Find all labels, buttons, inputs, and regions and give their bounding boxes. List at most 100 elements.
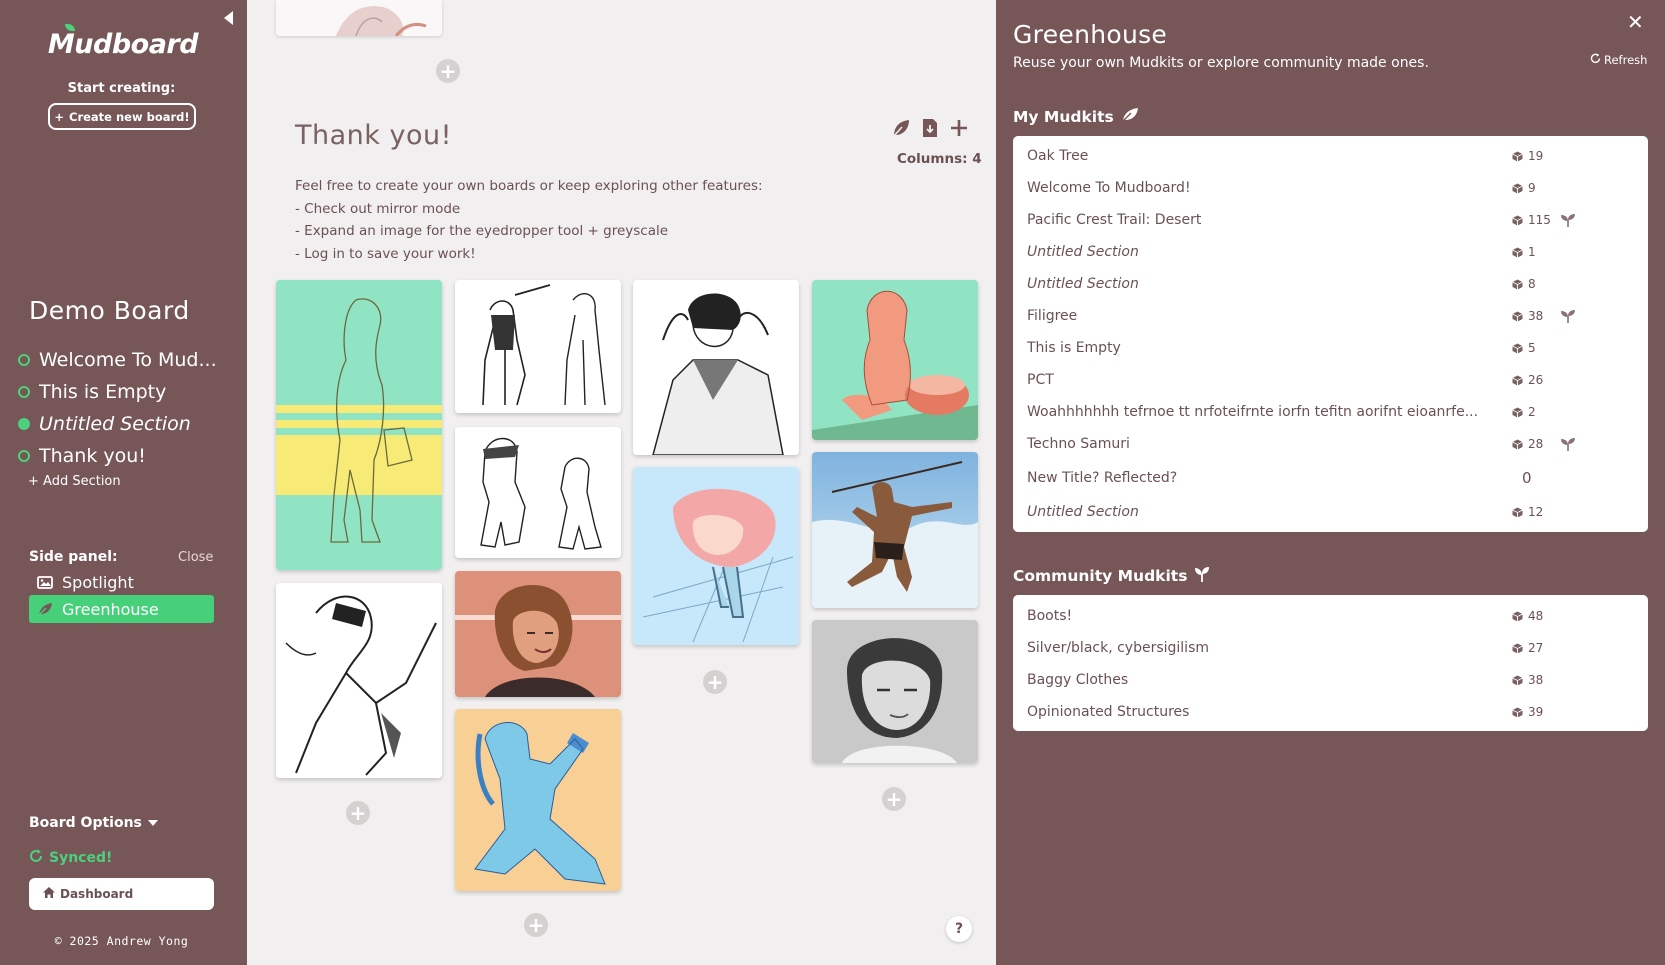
plus-icon: + xyxy=(54,109,64,124)
start-creating-label: Start creating: xyxy=(67,81,176,96)
section-status-icon xyxy=(18,386,30,398)
image-card[interactable] xyxy=(276,583,442,778)
mudkit-row[interactable]: This is Empty 5 xyxy=(1027,338,1627,358)
panel-item-greenhouse[interactable]: Greenhouse xyxy=(29,595,214,623)
my-mudkits-heading: My Mudkits xyxy=(1013,107,1139,126)
help-button[interactable]: ? xyxy=(946,916,972,942)
sprout-icon xyxy=(1560,437,1576,451)
add-icon[interactable] xyxy=(949,118,969,142)
section-status-icon xyxy=(18,354,30,366)
copyright: © 2025 Andrew Yong xyxy=(54,934,189,948)
mudkit-row[interactable]: Welcome To Mudboard! 9 xyxy=(1027,178,1627,198)
section-status-icon xyxy=(18,450,30,462)
image-card[interactable] xyxy=(455,709,621,891)
sprout-icon xyxy=(1194,566,1210,586)
mudkit-row[interactable]: Baggy Clothes 38 xyxy=(1027,670,1627,690)
collapse-sidebar-icon[interactable] xyxy=(222,10,236,26)
section-item-thank-you[interactable]: Thank you! xyxy=(18,440,217,472)
columns-count[interactable]: Columns: 4 xyxy=(897,151,982,167)
image-card[interactable] xyxy=(276,0,442,36)
close-icon[interactable]: ✕ xyxy=(1627,10,1644,34)
add-image-button[interactable]: + xyxy=(436,59,460,83)
cube-icon xyxy=(1512,507,1523,518)
cube-icon xyxy=(1512,343,1523,354)
mudkit-leaf-icon[interactable] xyxy=(891,118,911,142)
create-board-button[interactable]: + Create new board! xyxy=(48,103,196,130)
mudkit-row[interactable]: Boots! 48 xyxy=(1027,606,1627,626)
leaf-icon xyxy=(1121,107,1139,126)
image-card[interactable] xyxy=(633,467,799,645)
cube-icon xyxy=(1512,279,1523,290)
leaf-icon xyxy=(37,602,53,616)
board-options-dropdown[interactable]: Board Options xyxy=(29,815,158,831)
cube-icon xyxy=(1512,675,1523,686)
board-title[interactable]: Demo Board xyxy=(29,296,190,325)
image-card[interactable] xyxy=(812,280,978,440)
add-section-button[interactable]: + Add Section xyxy=(28,474,121,489)
mudkit-row[interactable]: PCT 26 xyxy=(1027,370,1627,390)
cube-icon xyxy=(1512,611,1523,622)
add-image-button[interactable]: + xyxy=(882,787,906,811)
add-image-button[interactable]: + xyxy=(524,913,548,937)
mudkit-row[interactable]: Oak Tree 19 xyxy=(1027,146,1627,166)
section-item-empty[interactable]: This is Empty xyxy=(18,376,217,408)
sprout-icon xyxy=(1560,309,1576,323)
cube-icon xyxy=(1512,643,1523,654)
mudkit-row[interactable]: Silver/black, cybersigilism 27 xyxy=(1027,638,1627,658)
cube-icon xyxy=(1512,439,1523,450)
section-toolbar xyxy=(891,118,969,142)
sprout-icon xyxy=(1560,213,1576,227)
add-image-button[interactable]: + xyxy=(703,670,727,694)
mudkit-row[interactable]: Opinionated Structures 39 xyxy=(1027,702,1627,722)
refresh-button[interactable]: Refresh xyxy=(1590,53,1647,67)
create-board-label: Create new board! xyxy=(69,109,190,124)
image-icon xyxy=(37,575,53,589)
panel-subtitle: Reuse your own Mudkits or explore commun… xyxy=(1013,55,1429,71)
side-panel-close-button[interactable]: Close xyxy=(178,550,213,565)
section-description: Feel free to create your own boards or k… xyxy=(295,178,763,262)
cube-icon xyxy=(1512,407,1523,418)
image-card[interactable] xyxy=(276,280,442,570)
community-mudkits-heading: Community Mudkits xyxy=(1013,566,1210,586)
cube-icon xyxy=(1512,375,1523,386)
sync-icon xyxy=(29,849,43,867)
mudkit-row[interactable]: Filigree 38 xyxy=(1027,306,1627,326)
cube-icon xyxy=(1512,215,1523,226)
my-mudkits-list: Oak Tree 19 Welcome To Mudboard! 9 Pacif… xyxy=(1013,136,1648,532)
chevron-down-icon xyxy=(147,820,158,826)
image-card[interactable] xyxy=(812,620,978,763)
community-mudkits-list: Boots! 48 Silver/black, cybersigilism 27… xyxy=(1013,595,1648,731)
panel-title: Greenhouse xyxy=(1013,20,1168,49)
mudkit-row[interactable]: Woahhhhhhh tefrnoe tt nrfoteifrnte iorfn… xyxy=(1027,402,1627,422)
section-title[interactable]: Thank you! xyxy=(295,120,452,151)
image-card[interactable] xyxy=(455,571,621,697)
mudkit-row[interactable]: Pacific Crest Trail: Desert 115 xyxy=(1027,210,1627,230)
mudkit-row[interactable]: Techno Samuri 28 xyxy=(1027,434,1627,454)
image-card[interactable] xyxy=(455,427,621,558)
section-item-welcome[interactable]: Welcome To Mud... xyxy=(18,344,217,376)
image-card[interactable] xyxy=(812,452,978,608)
add-image-button[interactable]: + xyxy=(346,801,370,825)
greenhouse-panel: ✕ Greenhouse Reuse your own Mudkits or e… xyxy=(996,0,1665,965)
dashboard-button[interactable]: Dashboard xyxy=(29,878,214,910)
home-icon xyxy=(43,887,55,901)
sidebar: Mudboard Start creating: + Create new bo… xyxy=(0,0,247,965)
refresh-icon xyxy=(1590,53,1601,67)
mudkit-row[interactable]: Untitled Section 8 xyxy=(1027,274,1627,294)
image-card[interactable] xyxy=(455,280,621,413)
section-list: Welcome To Mud... This is Empty Untitled… xyxy=(18,344,217,472)
cube-icon xyxy=(1512,707,1523,718)
section-status-icon xyxy=(18,418,30,430)
side-panel-label: Side panel: xyxy=(29,549,118,565)
file-download-icon[interactable] xyxy=(921,118,939,142)
mudkit-row[interactable]: Untitled Section 1 xyxy=(1027,242,1627,262)
mudkit-row[interactable]: New Title? Reflected? 0 xyxy=(1027,468,1627,488)
sync-status: Synced! xyxy=(29,849,112,867)
mudkit-row[interactable]: Untitled Section 12 xyxy=(1027,502,1627,522)
cube-icon xyxy=(1512,247,1523,258)
mudboard-logo[interactable]: Mudboard xyxy=(45,24,201,64)
cube-icon xyxy=(1512,183,1523,194)
image-card[interactable] xyxy=(633,280,799,455)
section-item-untitled[interactable]: Untitled Section xyxy=(18,408,217,440)
panel-item-spotlight[interactable]: Spotlight xyxy=(29,568,214,596)
